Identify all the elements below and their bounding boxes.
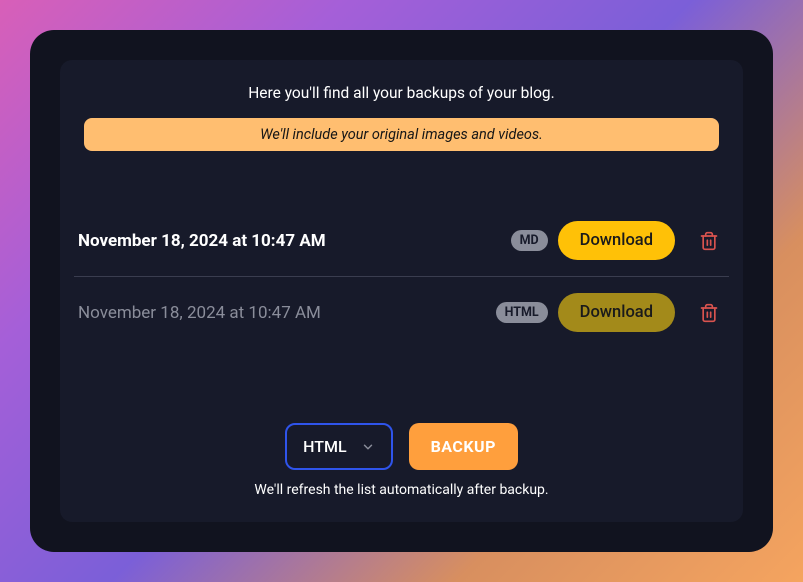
backup-date: November 18, 2024 at 10:47 AM — [74, 303, 496, 323]
backup-row: November 18, 2024 at 10:47 AM MD Downloa… — [74, 205, 729, 277]
backup-panel: Here you'll find all your backups of you… — [60, 60, 743, 522]
delete-button[interactable] — [695, 298, 723, 328]
backup-date: November 18, 2024 at 10:47 AM — [74, 231, 511, 251]
panel-description: Here you'll find all your backups of you… — [74, 84, 729, 102]
chevron-down-icon — [361, 440, 375, 454]
bottom-controls: HTML BACKUP We'll refresh the list autom… — [74, 423, 729, 498]
backup-card: Here you'll find all your backups of you… — [30, 30, 773, 552]
download-button[interactable]: Download — [558, 221, 675, 260]
download-button[interactable]: Download — [558, 293, 675, 332]
backup-list: November 18, 2024 at 10:47 AM MD Downloa… — [74, 205, 729, 399]
notice-banner: We'll include your original images and v… — [84, 118, 719, 151]
backup-button[interactable]: BACKUP — [409, 423, 518, 470]
backup-row: November 18, 2024 at 10:47 AM HTML Downl… — [74, 277, 729, 348]
format-badge: MD — [511, 230, 548, 251]
delete-button[interactable] — [695, 226, 723, 256]
format-select[interactable]: HTML — [285, 423, 393, 470]
refresh-hint: We'll refresh the list automatically aft… — [254, 482, 548, 498]
control-row: HTML BACKUP — [285, 423, 518, 470]
trash-icon — [699, 302, 719, 324]
trash-icon — [699, 230, 719, 252]
format-badge: HTML — [496, 302, 548, 323]
format-select-value: HTML — [303, 437, 347, 456]
